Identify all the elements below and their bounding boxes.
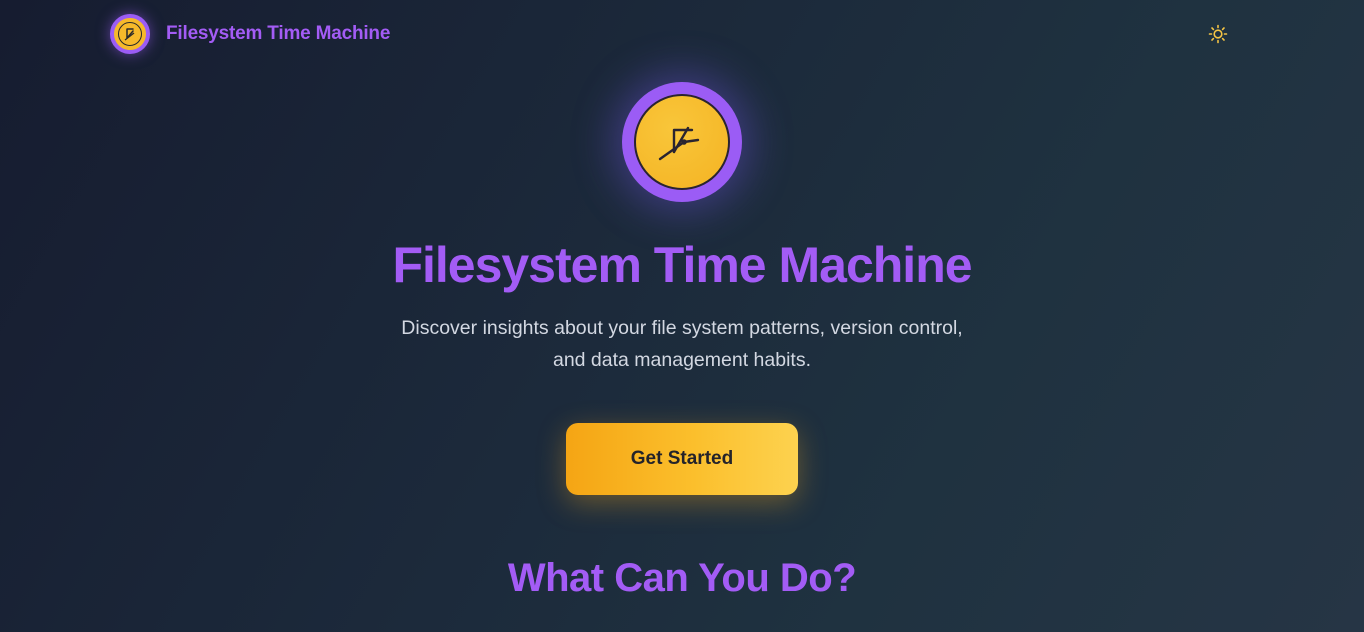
features-section-title: What Can You Do? [507, 556, 857, 600]
clock-icon [634, 94, 730, 190]
hero-logo [622, 82, 742, 202]
hero-title: Filesystem Time Machine [392, 237, 972, 293]
hero-subtitle: Discover insights about your file system… [401, 317, 963, 371]
brand-logo [110, 14, 150, 54]
sun-icon [1208, 24, 1228, 44]
brand-home-link[interactable]: Filesystem Time Machine [110, 14, 390, 54]
top-navbar: Filesystem Time Machine [0, 0, 1364, 68]
clock-icon [118, 22, 142, 46]
theme-toggle-button[interactable] [1206, 22, 1230, 46]
brand-name: Filesystem Time Machine [166, 23, 391, 44]
get-started-button[interactable]: Get Started [566, 423, 798, 495]
